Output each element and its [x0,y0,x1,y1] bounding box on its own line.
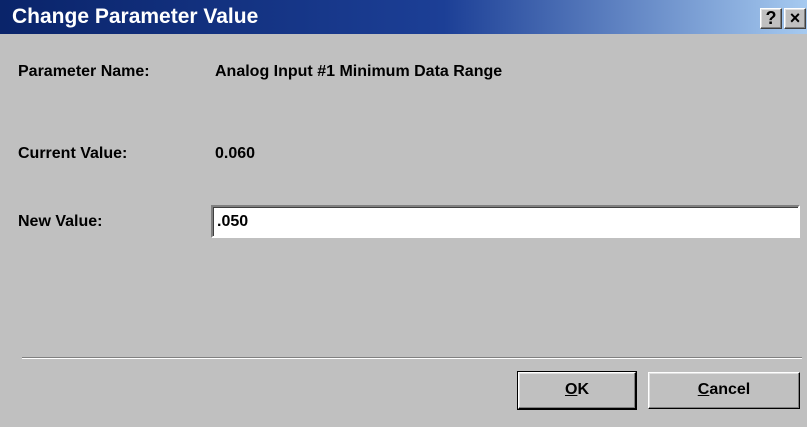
close-button[interactable]: × [784,8,806,29]
new-value-input[interactable] [211,205,800,238]
close-icon: × [789,8,801,28]
ok-label-rest: K [577,381,589,398]
current-value: 0.060 [215,145,256,162]
cancel-label-rest: ancel [709,381,751,398]
parameter-name-label: Parameter Name: [18,63,150,80]
new-value-label: New Value: [18,213,103,230]
current-value-label: Current Value: [18,145,128,162]
dialog-title: Change Parameter Value [12,5,259,28]
change-parameter-dialog: Change Parameter Value ? × Parameter Nam… [0,0,807,427]
cancel-mnemonic: C [697,381,710,398]
title-bar[interactable]: Change Parameter Value ? × [0,0,807,34]
button-separator [22,357,802,359]
cancel-button[interactable]: Cancel [648,372,800,409]
help-button[interactable]: ? [760,8,782,29]
parameter-name-value: Analog Input #1 Minimum Data Range [215,63,503,80]
ok-mnemonic: O [564,381,578,398]
ok-button[interactable]: OK [517,371,637,410]
help-icon: ? [765,8,777,28]
